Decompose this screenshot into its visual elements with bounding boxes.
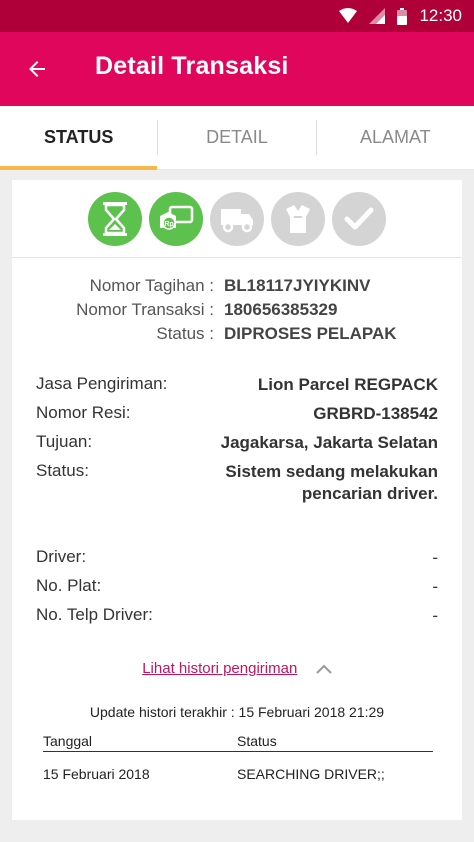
package-icon (286, 204, 310, 233)
step-payment: Rp (149, 191, 203, 246)
tab-alamat[interactable]: ALAMAT (317, 106, 474, 169)
destination-label: Tujuan: (36, 432, 93, 451)
app-bar: Detail Transaksi (0, 32, 474, 106)
invoice-number: BL18117JYIYKINV (224, 276, 371, 295)
destination-value: Jagakarsa, Jakarta Selatan (220, 433, 438, 452)
chevron-up-icon[interactable] (316, 664, 332, 674)
history-toggle[interactable]: Lihat histori pengiriman (12, 660, 462, 678)
page-title: Detail Transaksi (95, 52, 289, 80)
arrow-left-icon (29, 61, 45, 77)
detail-row: Driver: - (36, 547, 438, 576)
courier-label: Jasa Pengiriman: (36, 374, 168, 393)
column-header-status: Status (237, 732, 277, 749)
tab-bar: STATUS DETAIL ALAMAT (0, 106, 474, 170)
payment-icon: Rp (160, 205, 194, 230)
tab-status[interactable]: STATUS (0, 106, 158, 170)
tab-detail[interactable]: DETAIL (158, 106, 315, 169)
detail-row: Jasa Pengiriman: Lion Parcel REGPACK (36, 374, 438, 403)
driver-phone-value: - (432, 606, 438, 625)
shipping-status-value: Sistem sedang melakukan pencarian driver… (225, 461, 438, 505)
truck-icon (221, 208, 253, 232)
check-icon (344, 207, 374, 229)
signal-icon (369, 8, 386, 24)
history-date: 15 Februari 2018 (43, 766, 150, 782)
history-last-update: Update histori terakhir : 15 Februari 20… (89, 704, 385, 720)
step-processing (88, 191, 142, 246)
history-table: Tanggal Status 15 Februari 2018 SEARCHIN… (43, 730, 433, 796)
tracking-number-value: GRBRD-138542 (313, 404, 438, 423)
table-row: 15 Februari 2018 SEARCHING DRIVER;; (43, 752, 433, 796)
detail-row: No. Telp Driver: - (36, 605, 438, 634)
summary-row: Status : DIPROSES PELAPAK (12, 322, 462, 346)
shipping-status-line: Sistem sedang melakukan (225, 462, 438, 481)
transaction-card: Rp Nomor Tagihan : BL18117JYIYKINV Nomor… (12, 180, 462, 820)
driver-value: - (432, 548, 438, 567)
order-status-label: Status : (156, 324, 214, 343)
order-status: DIPROSES PELAPAK (224, 324, 397, 343)
transaction-number-label: Nomor Transaksi : (76, 300, 214, 319)
battery-icon (397, 7, 408, 25)
history-table-header: Tanggal Status (43, 730, 433, 752)
svg-text:Rp: Rp (164, 221, 173, 228)
plate-value: - (432, 577, 438, 596)
courier-value: Lion Parcel REGPACK (257, 375, 438, 394)
detail-row: Status: Sistem sedang melakukan pencaria… (36, 461, 438, 505)
plate-label: No. Plat: (36, 576, 102, 595)
shipping-status-label: Status: (36, 461, 89, 480)
back-button[interactable] (22, 54, 52, 84)
invoice-number-label: Nomor Tagihan : (89, 276, 214, 295)
column-header-date: Tanggal (43, 732, 93, 749)
transaction-number: 180656385329 (224, 300, 338, 319)
history-link[interactable]: Lihat histori pengiriman (142, 660, 297, 677)
driver-phone-label: No. Telp Driver: (36, 605, 153, 624)
hourglass-icon (103, 201, 127, 236)
step-complete (332, 191, 386, 246)
detail-row: Nomor Resi: GRBRD-138542 (36, 403, 438, 432)
progress-steps: Rp (12, 180, 462, 258)
clock: 12:30 (419, 6, 462, 25)
summary-row: Nomor Transaksi : 180656385329 (12, 298, 462, 322)
status-bar: 12:30 (0, 0, 474, 32)
step-received (271, 191, 325, 246)
history-status: SEARCHING DRIVER;; (237, 766, 385, 782)
shipping-status-line: pencarian driver. (301, 484, 438, 503)
detail-row: Tujuan: Jagakarsa, Jakarta Selatan (36, 432, 438, 461)
shipping-details: Jasa Pengiriman: Lion Parcel REGPACK Nom… (36, 374, 438, 634)
transaction-summary: Nomor Tagihan : BL18117JYIYKINV Nomor Tr… (12, 274, 462, 346)
detail-row: No. Plat: - (36, 576, 438, 605)
summary-row: Nomor Tagihan : BL18117JYIYKINV (12, 274, 462, 298)
step-shipping (210, 191, 264, 246)
driver-label: Driver: (36, 547, 87, 566)
tracking-number-label: Nomor Resi: (36, 403, 131, 422)
wifi-icon (339, 8, 358, 23)
